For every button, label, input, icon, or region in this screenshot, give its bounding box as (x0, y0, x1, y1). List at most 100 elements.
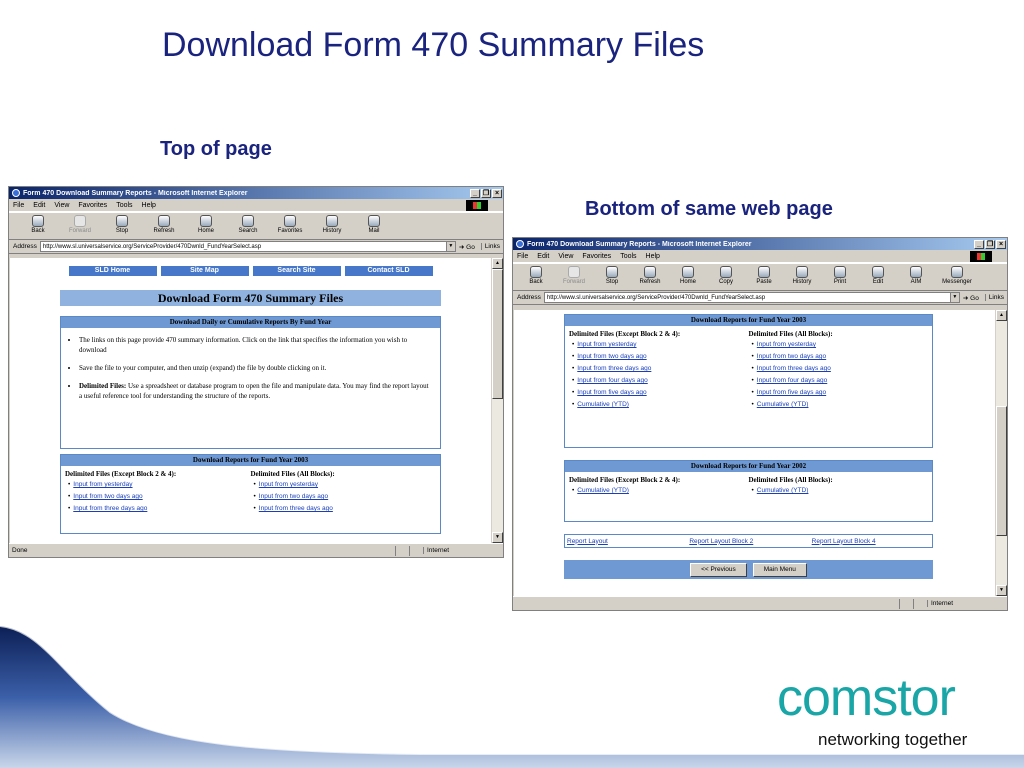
nav-site-map[interactable]: Site Map (160, 266, 249, 276)
refresh-button[interactable]: Refresh (143, 215, 185, 239)
stop-icon (116, 215, 128, 227)
minimize-icon[interactable]: _ (974, 239, 984, 249)
links-button[interactable]: Links (984, 294, 1007, 301)
search-button[interactable]: Search (227, 215, 269, 239)
scroll-thumb[interactable] (492, 269, 503, 399)
stop-button[interactable]: Stop (101, 215, 143, 239)
report-layout-block2-link[interactable]: Report Layout Block 2 (687, 538, 809, 545)
menu-help[interactable]: Help (646, 253, 660, 260)
scroll-up-icon[interactable]: ▲ (492, 258, 503, 269)
scroll-up-icon[interactable]: ▲ (996, 310, 1007, 321)
home-button[interactable]: Home (185, 215, 227, 239)
link-three-days-ago[interactable]: Input from three days ago (254, 505, 437, 512)
paste-icon (758, 266, 770, 278)
link-cumulative[interactable]: Cumulative (YTD) (572, 401, 749, 408)
close-icon[interactable]: × (996, 239, 1006, 249)
copy-icon (720, 266, 732, 278)
favorites-button[interactable]: Favorites (269, 215, 311, 239)
aim-button[interactable]: AIM (897, 266, 935, 290)
link-three-days-ago[interactable]: Input from three days ago (68, 505, 251, 512)
go-button[interactable]: ➜ Go (963, 294, 979, 302)
box-title: Download Reports for Fund Year 2003 (565, 315, 932, 326)
link-yesterday[interactable]: Input from yesterday (254, 481, 437, 488)
back-button[interactable]: Back (517, 266, 555, 290)
nav-sld-home[interactable]: SLD Home (68, 266, 157, 276)
address-input[interactable]: http://www.sl.universalservice.org/Servi… (39, 241, 456, 252)
menu-help[interactable]: Help (142, 202, 156, 209)
link-cumulative[interactable]: Cumulative (YTD) (752, 487, 929, 494)
stop-icon (606, 266, 618, 278)
links-button[interactable]: Links (480, 243, 503, 250)
address-input[interactable]: http://www.sl.universalservice.org/Servi… (543, 292, 960, 303)
edit-icon (872, 266, 884, 278)
link-cumulative[interactable]: Cumulative (YTD) (752, 401, 929, 408)
go-button[interactable]: ➜ Go (459, 243, 475, 251)
restore-icon[interactable]: ❐ (481, 188, 491, 198)
menu-view[interactable]: View (54, 202, 69, 209)
menu-edit[interactable]: Edit (33, 202, 45, 209)
link-three-days-ago[interactable]: Input from three days ago (752, 365, 929, 372)
link-four-days-ago[interactable]: Input from four days ago (572, 377, 749, 384)
nav-contact-sld[interactable]: Contact SLD (344, 266, 433, 276)
history-button[interactable]: History (783, 266, 821, 290)
previous-button[interactable]: << Previous (690, 562, 747, 577)
link-yesterday[interactable]: Input from yesterday (572, 341, 749, 348)
edit-button[interactable]: Edit (859, 266, 897, 290)
vertical-scrollbar[interactable]: ▲ ▼ (996, 310, 1007, 596)
menu-bar: File Edit View Favorites Tools Help (9, 199, 503, 212)
delimited-partial-column: Delimited Files (Except Block 2 & 4): In… (569, 330, 749, 413)
menu-file[interactable]: File (517, 253, 528, 260)
menu-file[interactable]: File (13, 202, 24, 209)
report-layout-block4-link[interactable]: Report Layout Block 4 (810, 538, 932, 545)
link-three-days-ago[interactable]: Input from three days ago (572, 365, 749, 372)
menu-view[interactable]: View (558, 253, 573, 260)
home-button[interactable]: Home (669, 266, 707, 290)
menu-favorites[interactable]: Favorites (582, 253, 611, 260)
nav-search-site[interactable]: Search Site (252, 266, 341, 276)
history-button[interactable]: History (311, 215, 353, 239)
messenger-button[interactable]: Messenger (935, 266, 979, 290)
forward-button[interactable]: Forward (59, 215, 101, 239)
vertical-scrollbar[interactable]: ▲ ▼ (492, 258, 503, 543)
stop-button[interactable]: Stop (593, 266, 631, 290)
link-five-days-ago[interactable]: Input from five days ago (572, 389, 749, 396)
link-two-days-ago[interactable]: Input from two days ago (572, 353, 749, 360)
menu-edit[interactable]: Edit (537, 253, 549, 260)
link-cumulative[interactable]: Cumulative (YTD) (572, 487, 749, 494)
back-arrow-icon (32, 215, 44, 227)
close-icon[interactable]: × (492, 188, 502, 198)
paste-button[interactable]: Paste (745, 266, 783, 290)
restore-icon[interactable]: ❐ (985, 239, 995, 249)
back-arrow-icon (530, 266, 542, 278)
menu-tools[interactable]: Tools (116, 202, 132, 209)
link-yesterday[interactable]: Input from yesterday (68, 481, 251, 488)
mail-button[interactable]: Mail (353, 215, 395, 239)
window-titlebar: Form 470 Download Summary Reports - Micr… (513, 238, 1007, 250)
refresh-button[interactable]: Refresh (631, 266, 669, 290)
menu-favorites[interactable]: Favorites (78, 202, 107, 209)
link-five-days-ago[interactable]: Input from five days ago (752, 389, 929, 396)
print-button[interactable]: Print (821, 266, 859, 290)
main-menu-button[interactable]: Main Menu (752, 562, 807, 577)
forward-button[interactable]: Forward (555, 266, 593, 290)
minimize-icon[interactable]: _ (470, 188, 480, 198)
scroll-down-icon[interactable]: ▼ (492, 532, 503, 543)
go-arrow-icon: ➜ (962, 294, 969, 302)
zone-label: Internet (423, 547, 503, 554)
windows-logo-icon (466, 200, 488, 211)
link-two-days-ago[interactable]: Input from two days ago (254, 493, 437, 500)
menu-tools[interactable]: Tools (620, 253, 636, 260)
link-two-days-ago[interactable]: Input from two days ago (752, 353, 929, 360)
dropdown-arrow-icon[interactable]: ▼ (445, 242, 455, 251)
link-two-days-ago[interactable]: Input from two days ago (68, 493, 251, 500)
report-layout-link[interactable]: Report Layout (565, 538, 687, 545)
home-icon (682, 266, 694, 278)
back-button[interactable]: Back (17, 215, 59, 239)
link-yesterday[interactable]: Input from yesterday (752, 341, 929, 348)
link-four-days-ago[interactable]: Input from four days ago (752, 377, 929, 384)
dropdown-arrow-icon[interactable]: ▼ (949, 293, 959, 302)
scroll-thumb[interactable] (996, 406, 1007, 536)
scroll-down-icon[interactable]: ▼ (996, 585, 1007, 596)
copy-button[interactable]: Copy (707, 266, 745, 290)
history-icon (796, 266, 808, 278)
